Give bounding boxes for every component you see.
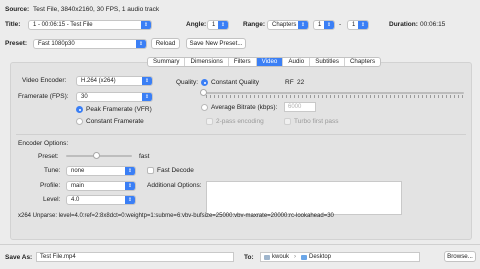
constant-quality-label: Constant Quality (211, 79, 260, 86)
profile-label: Profile: (40, 182, 61, 189)
average-bitrate-radio[interactable] (201, 104, 208, 111)
source-value: Test File, 3840x2160, 30 FPS, 1 audio tr… (33, 6, 160, 13)
peak-framerate-label: Peak Framerate (VFR) (86, 106, 152, 113)
chevron-down-icon: ⇕ (298, 21, 308, 29)
range-from-select[interactable]: 1 ⇕ (313, 20, 335, 30)
save-new-preset-button[interactable]: Save New Preset... (186, 38, 246, 49)
additional-options-textarea[interactable] (206, 181, 402, 215)
chevron-down-icon: ⇕ (125, 182, 135, 190)
destination-path[interactable]: kwouk › Desktop (260, 252, 420, 262)
title-select-value: 1 - 00:06:15 - Test File (33, 22, 93, 28)
duration-label: Duration: (389, 21, 418, 28)
tune-value: none (71, 168, 85, 174)
framerate-label: Framerate (FPS): (18, 93, 69, 100)
fast-decode-checkbox[interactable] (147, 167, 154, 174)
chevron-down-icon: ⇕ (142, 93, 152, 101)
level-select[interactable]: 4.0 ⇕ (66, 195, 136, 205)
folder-icon (301, 255, 307, 260)
chevron-down-icon: ⇕ (125, 196, 135, 204)
encoder-preset-value: fast (139, 153, 150, 160)
level-value: 4.0 (71, 197, 80, 203)
title-select[interactable]: 1 - 00:06:15 - Test File ⇕ (28, 20, 152, 30)
destination-folder: Desktop (309, 254, 332, 260)
chevron-down-icon: ⇕ (324, 21, 334, 29)
encoder-options-heading: Encoder Options: (18, 140, 69, 147)
angle-select[interactable]: 1 ⇕ (207, 20, 229, 30)
tune-label: Tune: (44, 167, 61, 174)
home-folder-icon (264, 255, 270, 260)
range-type-value: Chapters (272, 22, 297, 28)
quality-label: Quality: (176, 79, 199, 86)
chevron-down-icon: ⇕ (358, 21, 368, 29)
video-encoder-label: Video Encoder: (22, 77, 67, 84)
chevron-down-icon: ⇕ (125, 167, 135, 175)
range-type-select[interactable]: Chapters ⇕ (267, 20, 309, 30)
average-bitrate-input[interactable]: 6000 (284, 102, 316, 112)
chevron-down-icon: ⇕ (141, 21, 151, 29)
tab-bar: Summary Dimensions Filters Video Audio S… (147, 57, 382, 67)
average-bitrate-label: Average Bitrate (kbps): (211, 104, 278, 111)
tab-chapters[interactable]: Chapters (345, 58, 380, 66)
encoder-preset-slider-knob[interactable] (93, 152, 100, 159)
preset-select[interactable]: Fast 1080p30 ⇕ (33, 39, 147, 49)
level-label: Level: (43, 196, 61, 203)
tab-filters[interactable]: Filters (229, 58, 257, 66)
framerate-select[interactable]: 30 ⇕ (76, 92, 153, 102)
peak-framerate-radio[interactable] (76, 106, 83, 113)
range-label: Range: (243, 21, 266, 28)
two-pass-label: 2-pass encoding (216, 118, 264, 125)
source-label: Source: (5, 6, 30, 13)
profile-select[interactable]: main ⇕ (66, 181, 136, 191)
video-encoder-select[interactable]: H.264 (x264) ⇕ (76, 76, 153, 86)
angle-select-value: 1 (212, 22, 216, 28)
bottom-divider (0, 244, 480, 245)
constant-quality-radio[interactable] (201, 79, 208, 86)
rf-label: RF (285, 79, 294, 86)
rf-value: 22 (297, 79, 305, 86)
turbo-first-pass-label: Turbo first pass (294, 118, 339, 125)
chevron-down-icon: ⇕ (218, 21, 228, 29)
profile-value: main (71, 183, 85, 189)
constant-framerate-label: Constant Framerate (86, 118, 144, 125)
constant-framerate-radio[interactable] (76, 118, 83, 125)
chevron-down-icon: ⇕ (142, 77, 152, 85)
quality-slider[interactable] (206, 92, 464, 94)
browse-button[interactable]: Browse... (444, 251, 476, 262)
chevron-right-icon: › (294, 254, 296, 260)
turbo-first-pass-checkbox[interactable] (284, 118, 291, 125)
tab-dimensions[interactable]: Dimensions (185, 58, 229, 66)
save-as-input[interactable]: Test File.mp4 (36, 252, 234, 262)
tab-video[interactable]: Video (256, 58, 284, 66)
framerate-value: 30 (81, 94, 88, 100)
preset-select-value: Fast 1080p30 (38, 41, 75, 47)
range-to-value: 1 (352, 22, 356, 28)
range-dash: - (339, 21, 342, 28)
tab-summary[interactable]: Summary (148, 58, 186, 66)
encoder-preset-label: Preset: (38, 153, 59, 160)
quality-slider-ticks (206, 95, 464, 98)
tab-subtitles[interactable]: Subtitles (310, 58, 345, 66)
range-from-value: 1 (318, 22, 322, 28)
preset-label: Preset: (5, 40, 28, 47)
two-pass-checkbox[interactable] (206, 118, 213, 125)
save-as-label: Save As: (5, 254, 33, 261)
destination-user: kwouk (272, 254, 290, 260)
angle-label: Angle: (186, 21, 207, 28)
fast-decode-label: Fast Decode (157, 167, 194, 174)
tab-audio[interactable]: Audio (283, 58, 311, 66)
duration-value: 00:06:15 (420, 21, 446, 28)
tune-select[interactable]: none ⇕ (66, 166, 136, 176)
x264-unparse-text: x264 Unparse: level=4.0:ref=2:8x8dct=0:w… (18, 213, 334, 219)
quality-slider-knob[interactable] (200, 89, 207, 96)
to-label: To: (244, 254, 254, 261)
reload-button[interactable]: Reload (151, 38, 180, 49)
range-to-select[interactable]: 1 ⇕ (347, 20, 369, 30)
title-label: Title: (5, 21, 21, 28)
video-encoder-value: H.264 (x264) (81, 78, 116, 84)
additional-options-label: Additional Options: (147, 182, 202, 189)
chevron-down-icon: ⇕ (136, 40, 146, 48)
divider (16, 134, 466, 135)
